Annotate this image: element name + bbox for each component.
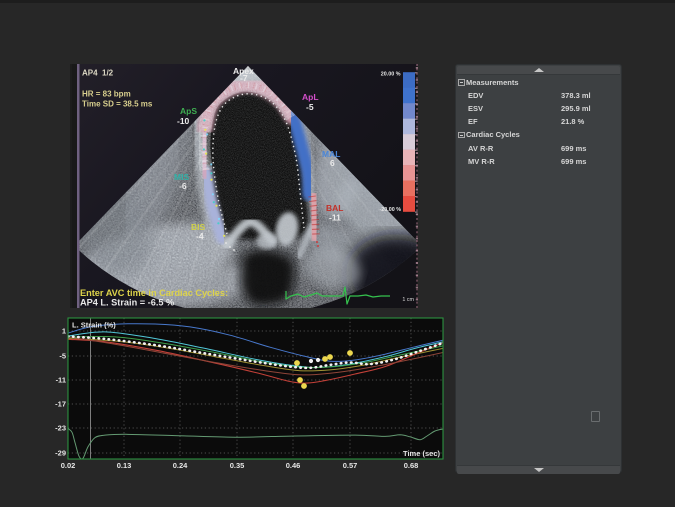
svg-text:20.00 %: 20.00 % xyxy=(381,72,401,78)
svg-text:-29: -29 xyxy=(55,449,66,458)
svg-text:Time (sec): Time (sec) xyxy=(403,449,440,458)
svg-text:-11: -11 xyxy=(329,213,341,223)
svg-text:0.02: 0.02 xyxy=(61,461,76,470)
svg-text:-11: -11 xyxy=(56,376,66,385)
svg-text:0.68: 0.68 xyxy=(404,461,419,470)
svg-text:L. Strain (%): L. Strain (%) xyxy=(72,321,116,330)
svg-text:0.24: 0.24 xyxy=(173,461,188,470)
svg-text:ApS: ApS xyxy=(180,106,197,116)
svg-text:-7: -7 xyxy=(240,73,248,83)
svg-text:-20.00 %: -20.00 % xyxy=(379,207,401,213)
svg-text:BAL: BAL xyxy=(326,203,343,213)
svg-text:AP4 1/2: AP4 1/2 xyxy=(82,69,114,78)
svg-text:-5: -5 xyxy=(306,102,314,112)
svg-text:-5: -5 xyxy=(59,352,66,361)
svg-text:0.35: 0.35 xyxy=(230,461,245,470)
svg-text:-6: -6 xyxy=(179,181,187,191)
svg-text:Time SD = 38.5 ms: Time SD = 38.5 ms xyxy=(82,100,153,109)
svg-text:-17: -17 xyxy=(55,400,66,409)
svg-text:0.13: 0.13 xyxy=(117,461,132,470)
svg-text:6: 6 xyxy=(330,158,335,168)
svg-text:0.57: 0.57 xyxy=(343,461,358,470)
svg-text:Enter AVC time in Cardiac Cycl: Enter AVC time in Cardiac Cycles: xyxy=(80,288,228,298)
svg-text:ApL: ApL xyxy=(302,92,319,102)
svg-text:-4: -4 xyxy=(196,231,204,241)
svg-text:-10: -10 xyxy=(177,116,190,126)
svg-text:HR = 83 bpm: HR = 83 bpm xyxy=(82,90,131,99)
svg-text:0.46: 0.46 xyxy=(286,461,301,470)
svg-text:-23: -23 xyxy=(55,424,66,433)
svg-text:1: 1 xyxy=(62,327,66,336)
